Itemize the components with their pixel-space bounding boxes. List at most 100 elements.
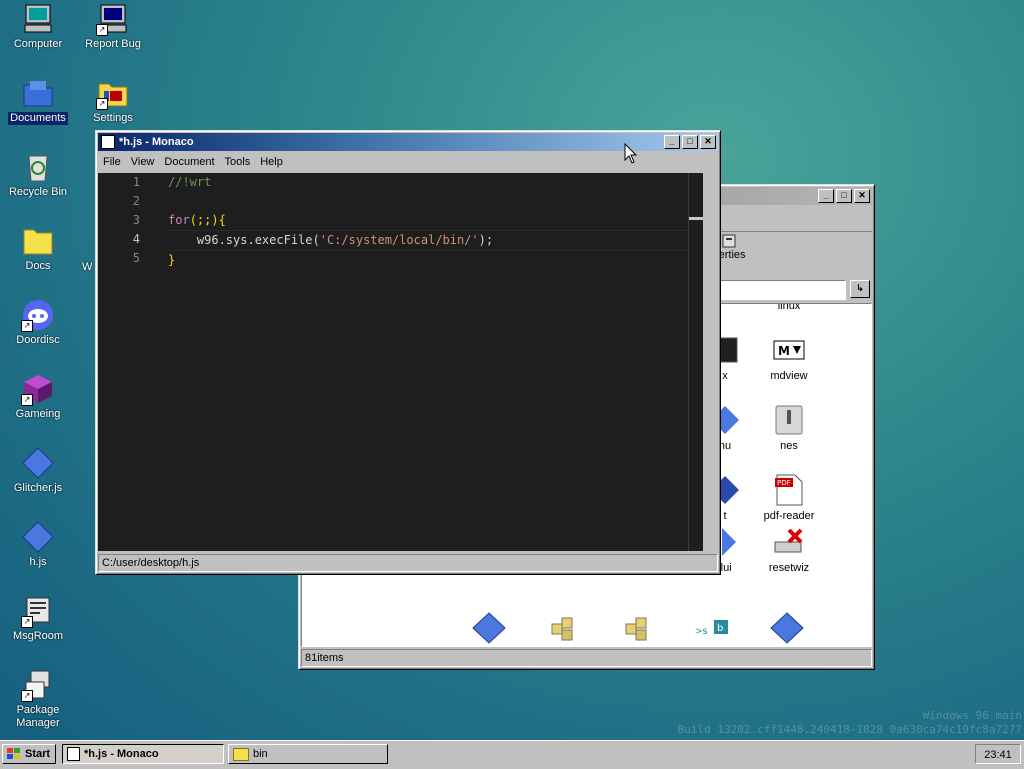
drive-x-icon: [773, 526, 805, 558]
package-manager-desktop-icon[interactable]: ↗ Package Manager: [2, 668, 74, 730]
line-number: 3: [132, 213, 140, 227]
recycle-bin-icon: [21, 150, 55, 184]
svg-text:PDF: PDF: [777, 479, 791, 487]
svg-text:M: M: [778, 344, 790, 358]
shortcut-arrow-icon: ↗: [21, 320, 33, 332]
docs-desktop-icon[interactable]: Docs: [2, 224, 74, 273]
folder-icon: [21, 76, 55, 110]
window-controls: _ □ ✕: [818, 189, 870, 203]
file-item-label: mdview: [770, 370, 808, 382]
file-item[interactable]: PDF pdf-reader: [754, 474, 824, 522]
task-button-bin[interactable]: bin: [228, 744, 388, 764]
desktop-icon-label: Documents: [8, 112, 68, 125]
code-line: }: [168, 251, 703, 270]
recycle-bin-desktop-icon[interactable]: Recycle Bin: [2, 150, 74, 199]
start-button[interactable]: Start: [2, 744, 56, 764]
menu-help[interactable]: Help: [255, 154, 288, 170]
menu-view[interactable]: View: [126, 154, 160, 170]
code-text: );: [478, 233, 494, 247]
desktop-icon-label: Report Bug: [85, 38, 141, 50]
partial-desktop-label: W: [82, 261, 93, 273]
code-line-current: w96.sys.execFile('C:/system/local/bin/')…: [168, 230, 703, 251]
task-button-editor[interactable]: *h.js - Monaco: [62, 744, 224, 764]
doordisc-desktop-icon[interactable]: ↗ Doordisc: [2, 298, 74, 347]
editor-window[interactable]: *h.js - Monaco _ □ ✕ File View Document …: [95, 130, 721, 575]
file-item-partial: linux: [777, 303, 801, 312]
code-text: w96.sys.execFile(: [168, 233, 320, 247]
desktop-icon-label: Computer: [13, 38, 63, 50]
documents-desktop-icon[interactable]: Documents: [2, 76, 74, 125]
line-number-gutter: 1 2 3 4 5: [98, 173, 158, 268]
file-path: C:/user/desktop/h.js: [102, 557, 200, 569]
shortcut-arrow-icon: ↗: [21, 394, 33, 406]
folder-icon: [21, 224, 55, 258]
close-button[interactable]: ✕: [854, 189, 870, 203]
task-label: *h.js - Monaco: [84, 748, 159, 760]
file-item-label: nes: [780, 440, 798, 452]
windows-logo-icon: [7, 748, 21, 760]
pdf-icon: PDF: [773, 474, 805, 506]
watermark-line1: Windows 96 main: [922, 709, 1022, 722]
folder-icon: [233, 747, 249, 761]
line-number: 1: [132, 175, 140, 189]
desktop-icon-label: Glitcher.js: [13, 482, 63, 494]
line-number: 4: [132, 232, 140, 246]
diamond-icon: [722, 526, 738, 558]
minimize-button[interactable]: _: [664, 135, 680, 149]
go-button[interactable]: ↳: [850, 280, 870, 298]
hjs-desktop-icon[interactable]: h.js: [2, 520, 74, 569]
file-item-label: t: [723, 510, 727, 522]
clock: 23:41: [975, 744, 1021, 764]
diamond-icon[interactable]: [472, 612, 506, 646]
desktop-icon-label: h.js: [29, 556, 47, 568]
code-lines[interactable]: //!wrt for(;;){ w96.sys.execFile('C:/sys…: [168, 173, 703, 270]
properties-icon: [721, 233, 737, 249]
close-button[interactable]: ✕: [700, 135, 716, 149]
computer-desktop-icon[interactable]: Computer: [2, 2, 74, 51]
desktop-icon-label: Package Manager: [16, 704, 60, 729]
file-item[interactable]: nes: [754, 404, 824, 452]
maximize-button[interactable]: □: [682, 135, 698, 149]
file-item[interactable]: M mdview: [754, 334, 824, 382]
settings-desktop-icon[interactable]: ↗ Settings: [77, 76, 149, 125]
svg-text:b: b: [717, 623, 723, 634]
file-item[interactable]: resetwiz: [754, 526, 824, 574]
code-string: 'C:/system/local/bin/': [319, 233, 479, 247]
editor-scrollbar[interactable]: [688, 173, 703, 551]
shortcut-arrow-icon: ↗: [21, 690, 33, 702]
package-icon[interactable]: [548, 612, 582, 646]
desktop-icon-label: MsgRoom: [12, 630, 64, 642]
watermark-line2: Build 13202.cff1448.240418-1828 0a630ca7…: [677, 723, 1022, 736]
file-item-label: resetwiz: [768, 562, 810, 574]
computer-icon: ↗: [96, 2, 130, 36]
glitcher-desktop-icon[interactable]: Glitcher.js: [2, 446, 74, 495]
task-label: bin: [253, 748, 268, 760]
report-bug-desktop-icon[interactable]: ↗ Report Bug: [77, 2, 149, 51]
minimize-button[interactable]: _: [818, 189, 834, 203]
cube-icon: ↗: [21, 372, 55, 406]
sb-icon[interactable]: >s b: [696, 612, 730, 646]
msgroom-desktop-icon[interactable]: ↗ MsgRoom: [2, 594, 74, 643]
code-editor[interactable]: 1 2 3 4 5 //!wrt for(;;){ w96.sys.execFi…: [98, 173, 703, 551]
scroll-position-marker: [689, 217, 703, 220]
code-line: //!wrt: [168, 173, 703, 192]
menu-file[interactable]: File: [98, 154, 126, 170]
code-text: (;;){: [189, 213, 226, 227]
package-icon[interactable]: [622, 612, 656, 646]
diamond-icon[interactable]: [770, 612, 804, 646]
diamond-icon: [21, 446, 55, 480]
maximize-button[interactable]: □: [836, 189, 852, 203]
gameing-desktop-icon[interactable]: ↗ Gameing: [2, 372, 74, 421]
start-label: Start: [25, 748, 51, 760]
desktop-icon-label: Docs: [25, 260, 51, 272]
item-count: 81items: [305, 652, 344, 664]
code-keyword: for: [168, 213, 190, 227]
computer-icon: [21, 2, 55, 36]
settings-folder-icon: ↗: [96, 76, 130, 110]
msgroom-icon: ↗: [21, 594, 55, 628]
discord-icon: ↗: [21, 298, 55, 332]
menu-tools[interactable]: Tools: [220, 154, 256, 170]
window-title: *h.js - Monaco: [119, 136, 194, 148]
menu-document[interactable]: Document: [159, 154, 219, 170]
